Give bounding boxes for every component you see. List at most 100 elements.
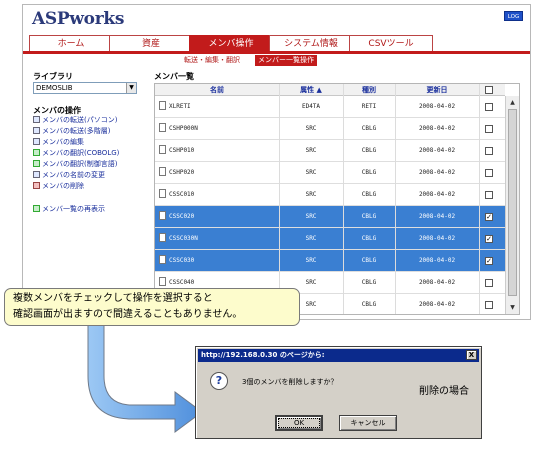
document-icon [159, 101, 166, 110]
op-compile-cobol[interactable]: メンバの翻訳(COBOLG) [33, 148, 119, 159]
refresh-link[interactable]: メンバ一覧の再表示 [33, 204, 105, 215]
cell-kind: CBLG [361, 147, 377, 154]
left-panel: ライブラリ DEMOSLIB ▼ メンバの操作 メンバの転送(パソコン) メンバ… [33, 71, 161, 213]
col-divider [279, 84, 280, 314]
library-value: DEMOSLIB [36, 84, 73, 92]
tab-assets[interactable]: 資産 [109, 35, 193, 51]
document-icon [159, 123, 166, 132]
select-all-checkbox[interactable] [485, 86, 493, 94]
col-divider [395, 84, 396, 314]
cell-date: 2008-04-02 [418, 235, 456, 242]
member-name: CSHP000N [169, 125, 198, 132]
gear-icon [33, 149, 40, 156]
cell-name: CSHP010 [159, 140, 277, 162]
cell-date: 2008-04-02 [418, 257, 456, 264]
op-label: メンバの削除 [42, 182, 84, 190]
app-logo: ASPworks [32, 9, 125, 29]
col-name[interactable]: 名前 [155, 84, 279, 96]
op-rename[interactable]: メンバの名前の変更 [33, 170, 105, 181]
col-kind[interactable]: 種別 [343, 84, 395, 96]
table-row[interactable]: CSSC010 SRC CBLG 2008-04-02 [155, 184, 505, 206]
subtab-transfer-edit[interactable]: 転送・編集・翻訳 [181, 55, 243, 66]
cell-attr: SRC [305, 169, 317, 176]
tab-member-ops[interactable]: メンバ操作 [189, 35, 273, 52]
table-row[interactable]: CSHP000N SRC CBLG 2008-04-02 [155, 118, 505, 140]
cell-date: 2008-04-02 [418, 301, 456, 308]
table-row[interactable]: XLRETI ED4TA RETI 2008-04-02 [155, 96, 505, 118]
row-checkbox[interactable]: ✓ [485, 257, 493, 265]
col-attr[interactable]: 属性 ▲ [279, 84, 343, 96]
op-edit[interactable]: メンバの編集 [33, 137, 84, 148]
document-icon [159, 277, 166, 286]
ok-button[interactable]: OK [275, 415, 323, 431]
subtab-member-list[interactable]: メンバー一覧操作 [255, 55, 317, 66]
op-transfer-pc[interactable]: メンバの転送(パソコン) [33, 115, 117, 126]
document-icon [159, 255, 166, 264]
cell-kind: CBLG [361, 191, 377, 198]
cell-attr: SRC [305, 235, 317, 242]
row-checkbox[interactable] [485, 191, 493, 199]
question-icon: ? [210, 372, 228, 390]
cell-attr: ED4TA [301, 103, 321, 110]
table-row[interactable]: CSSC020 SRC CBLG 2008-04-02 ✓ [155, 206, 505, 228]
cell-date: 2008-04-02 [418, 125, 456, 132]
member-name: CSSC010 [169, 191, 195, 198]
op-label: メンバの名前の変更 [42, 171, 105, 179]
scroll-down-icon[interactable]: ▼ [508, 303, 517, 312]
cell-kind: CBLG [361, 301, 377, 308]
tab-system-info[interactable]: システム情報 [269, 35, 353, 51]
cell-kind: CBLG [361, 213, 377, 220]
cell-date: 2008-04-02 [418, 147, 456, 154]
document-icon [159, 211, 166, 220]
member-name: CSSC020 [169, 213, 195, 220]
cell-date: 2008-04-02 [418, 103, 456, 110]
cell-date: 2008-04-02 [418, 191, 456, 198]
cell-attr: SRC [305, 147, 317, 154]
row-checkbox[interactable] [485, 103, 493, 111]
library-select[interactable]: DEMOSLIB ▼ [33, 82, 137, 94]
row-checkbox[interactable] [485, 147, 493, 155]
op-label: メンバの転送(多階層) [42, 127, 111, 135]
cell-name: CSSC020 [159, 206, 277, 228]
cell-kind: CBLG [361, 279, 377, 286]
col-date[interactable]: 更新日 [395, 84, 479, 96]
op-compile-cl[interactable]: メンバの翻訳(制御言語) [33, 159, 117, 170]
tab-home[interactable]: ホーム [29, 35, 113, 51]
cell-attr: SRC [305, 125, 317, 132]
dialog-message: 3個のメンバを削除しますか？ [242, 378, 338, 386]
chevron-down-icon[interactable]: ▼ [126, 83, 136, 93]
row-checkbox[interactable] [485, 125, 493, 133]
callout-line-2: 確認画面が出ますので間違えることもありません。 [13, 309, 243, 320]
row-checkbox[interactable] [485, 279, 493, 287]
op-label: メンバの転送(パソコン) [42, 116, 118, 124]
table-row[interactable]: CSHP020 SRC CBLG 2008-04-02 [155, 162, 505, 184]
row-checkbox[interactable] [485, 301, 493, 309]
member-name: CSSC030 [169, 257, 195, 264]
dialog-title: http://192.168.0.30 のページから: X [198, 349, 479, 362]
row-checkbox[interactable]: ✓ [485, 235, 493, 243]
member-name: CSSC040 [169, 279, 195, 286]
logout-button[interactable]: LOG OUT [504, 11, 523, 30]
table-row[interactable]: CSSC030 SRC CBLG 2008-04-02 ✓ [155, 250, 505, 272]
row-checkbox[interactable]: ✓ [485, 213, 493, 221]
refresh-label: メンバ一覧の再表示 [42, 205, 105, 213]
close-icon[interactable]: X [466, 350, 477, 360]
cell-name: CSSC010 [159, 184, 277, 206]
op-label: メンバの翻訳(COBOLG) [42, 149, 120, 157]
dialog-title-text: http://192.168.0.30 のページから: [201, 351, 325, 359]
tab-csv-tools[interactable]: CSVツール [349, 35, 433, 51]
cancel-button[interactable]: キャンセル [339, 415, 397, 431]
table-scrollbar[interactable]: ▲ ▼ [505, 96, 519, 314]
gear-icon [33, 160, 40, 167]
document-icon [159, 145, 166, 154]
edit-icon [33, 138, 40, 145]
scroll-thumb[interactable] [508, 109, 517, 296]
table-row[interactable]: CSHP010 SRC CBLG 2008-04-02 [155, 140, 505, 162]
transfer-icon [33, 116, 40, 123]
table-header: 名前 属性 ▲ 種別 更新日 [155, 84, 505, 96]
row-checkbox[interactable] [485, 169, 493, 177]
op-delete[interactable]: メンバの削除 [33, 181, 84, 192]
scroll-up-icon[interactable]: ▲ [508, 98, 517, 107]
table-row[interactable]: CSSC030N SRC CBLG 2008-04-02 ✓ [155, 228, 505, 250]
op-transfer-multi[interactable]: メンバの転送(多階層) [33, 126, 110, 137]
